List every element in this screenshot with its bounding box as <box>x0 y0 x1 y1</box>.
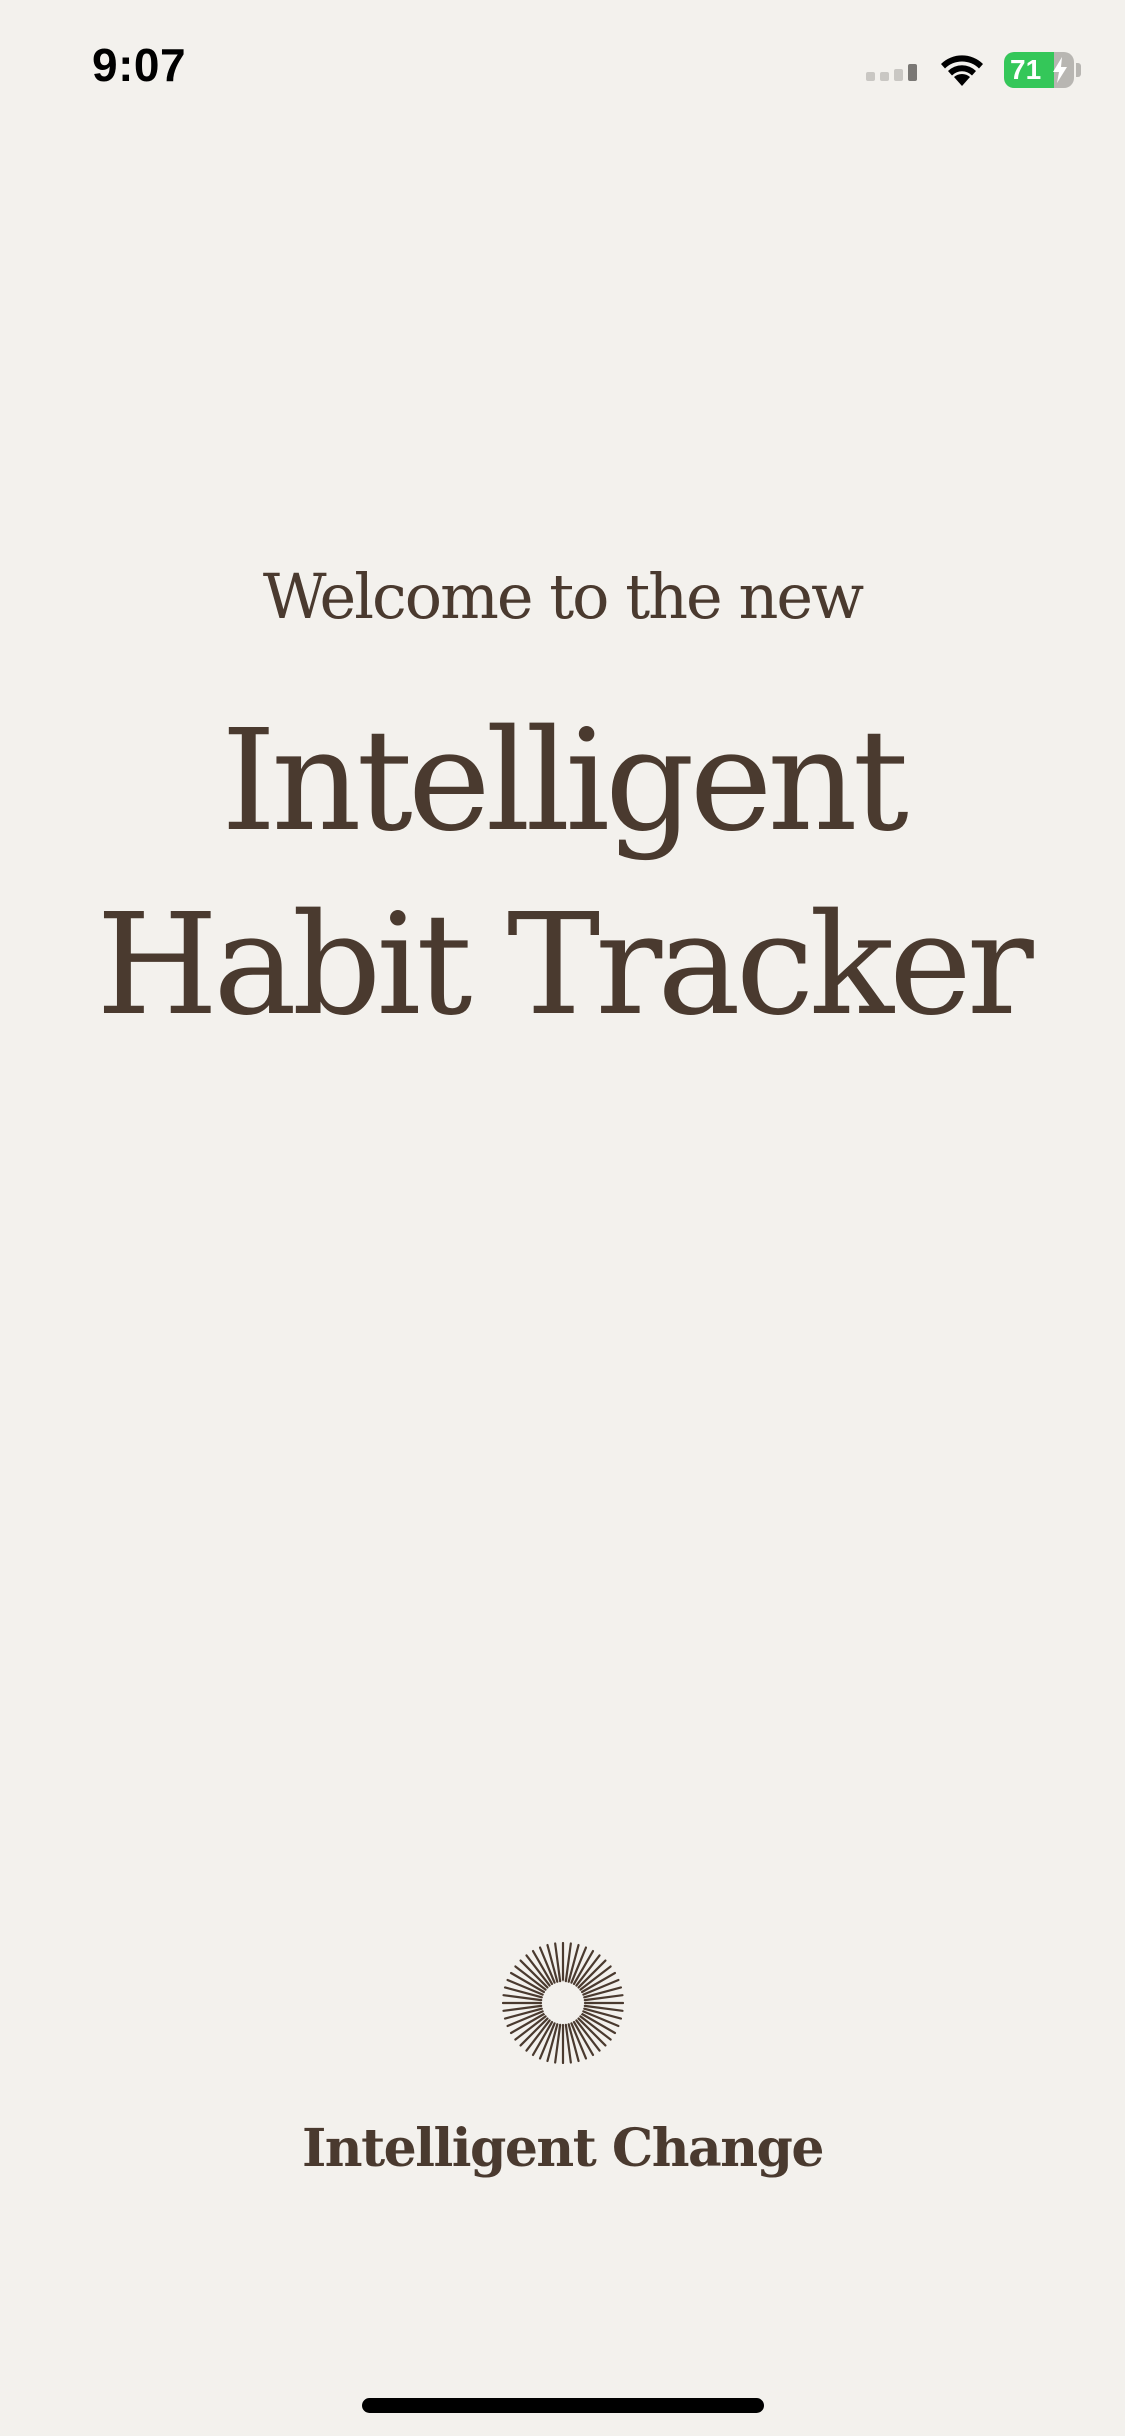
welcome-subtitle: Welcome to the new <box>262 560 864 633</box>
battery-cap <box>1076 63 1081 77</box>
brand-name: Intelligent Change <box>301 2118 825 2179</box>
app-title-line-2: Habit Tracker <box>96 884 1034 1047</box>
sunburst-triangle-logo-icon <box>502 1942 624 2064</box>
status-icons: 71 <box>866 50 1081 90</box>
wifi-icon <box>941 55 983 86</box>
status-time: 9:07 <box>92 39 187 91</box>
home-indicator[interactable] <box>362 2398 764 2413</box>
signal-icon <box>866 64 917 81</box>
charging-bolt-icon <box>1053 57 1067 83</box>
battery-level: 71 <box>1010 54 1042 85</box>
battery-icon: 71 <box>1004 52 1074 88</box>
app-title-line-1: Intelligent <box>221 700 909 863</box>
status-bar: 9:07 71 <box>0 0 1125 140</box>
